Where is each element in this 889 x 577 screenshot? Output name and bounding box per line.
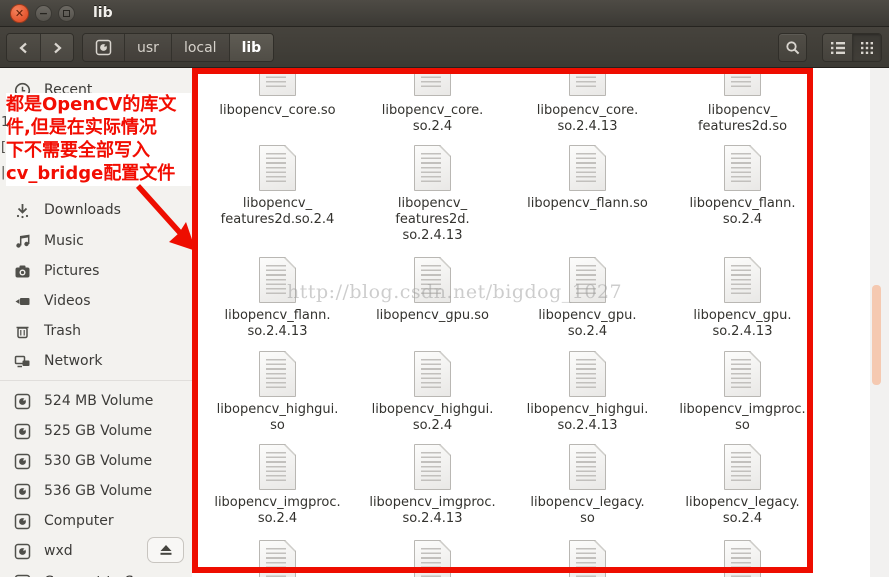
sidebar-item-videos[interactable]: Videos [0,289,192,313]
eject-icon [160,545,171,555]
drive-icon [14,513,31,529]
drive-icon [14,453,31,469]
highlight-rectangle [192,68,813,573]
download-icon [16,203,29,218]
sidebar-divider [0,380,192,381]
sidebar-item-label: wxd [44,543,73,559]
search-icon [785,40,799,54]
drive-icon [14,574,31,577]
breadcrumb-segment-lib[interactable]: lib [228,34,274,61]
breadcrumb: usr local lib [82,33,275,62]
scrollbar-track[interactable] [870,68,889,577]
breadcrumb-segment-local[interactable]: local [170,34,229,61]
sidebar-volume-530gb[interactable]: 530 GB Volume [0,449,192,473]
back-icon [18,42,27,53]
minimize-button[interactable]: − [35,4,52,22]
sidebar-item-trash[interactable]: Trash [0,319,192,343]
forward-button[interactable] [40,34,73,61]
covered-item-fragment: | [1,165,6,180]
drive-icon [14,393,31,409]
sidebar-item-label: 530 GB Volume [44,453,153,469]
search-button[interactable] [778,33,807,62]
sidebar-item-network[interactable]: Network [0,349,192,373]
scrollbar-thumb[interactable] [872,285,881,385]
drive-icon [14,423,31,439]
sidebar-volume-525gb[interactable]: 525 GB Volume [0,419,192,443]
file-manager-window: ✕ − lib usr local lib Recent Downloads M… [0,0,889,577]
close-button[interactable]: ✕ [10,3,29,23]
back-button[interactable] [7,34,40,61]
drive-icon [14,543,31,559]
sidebar-item-label: 524 MB Volume [44,393,154,409]
music-icon [16,234,30,248]
forward-icon [54,42,62,53]
sidebar-item-label: Downloads [44,202,121,218]
window-title: lib [93,5,113,21]
list-view-button[interactable] [823,34,852,61]
maximize-button[interactable] [58,4,75,22]
sidebar-item-label: Network [44,353,103,369]
covered-item-fragment: [ [1,140,7,155]
drive-icon [95,39,112,56]
trash-icon [16,326,29,338]
sidebar-item-label: Videos [44,293,91,309]
sidebar-item-label: 525 GB Volume [44,423,153,439]
nav-buttons [6,33,74,62]
eject-button[interactable] [147,537,184,563]
drive-icon [14,483,31,499]
sidebar-item-computer[interactable]: Computer [0,509,192,533]
covered-item-fragment: 1 [1,115,10,130]
annotation-text: 都是OpenCV的库文 件,但是在实际情况 下不需要全部写入 cv_bridge… [6,93,191,186]
sidebar-item-label: Computer [44,513,114,529]
breadcrumb-root-button[interactable] [83,34,124,61]
network-icon [14,355,30,367]
video-icon [15,297,30,305]
breadcrumb-segment-usr[interactable]: usr [124,34,171,61]
view-toggle [822,33,882,62]
maximize-icon [63,9,70,17]
sidebar-item-label: Music [44,233,84,249]
list-view-icon [830,41,845,54]
sidebar-item-label: Pictures [44,263,100,279]
sidebar-volume-536gb[interactable]: 536 GB Volume [0,479,192,503]
sidebar-item-label: Trash [44,323,81,339]
sidebar-volume-524mb[interactable]: 524 MB Volume [0,389,192,413]
grid-view-button[interactable] [852,34,881,61]
sidebar-item-label: 536 GB Volume [44,483,153,499]
titlebar: ✕ − lib [0,0,889,27]
toolbar: usr local lib [0,27,889,68]
annotation-arrow [135,184,196,251]
grid-view-icon [861,41,873,54]
sidebar-item-connect-to-server[interactable]: Connect to Server [0,570,192,577]
camera-icon [15,265,30,277]
